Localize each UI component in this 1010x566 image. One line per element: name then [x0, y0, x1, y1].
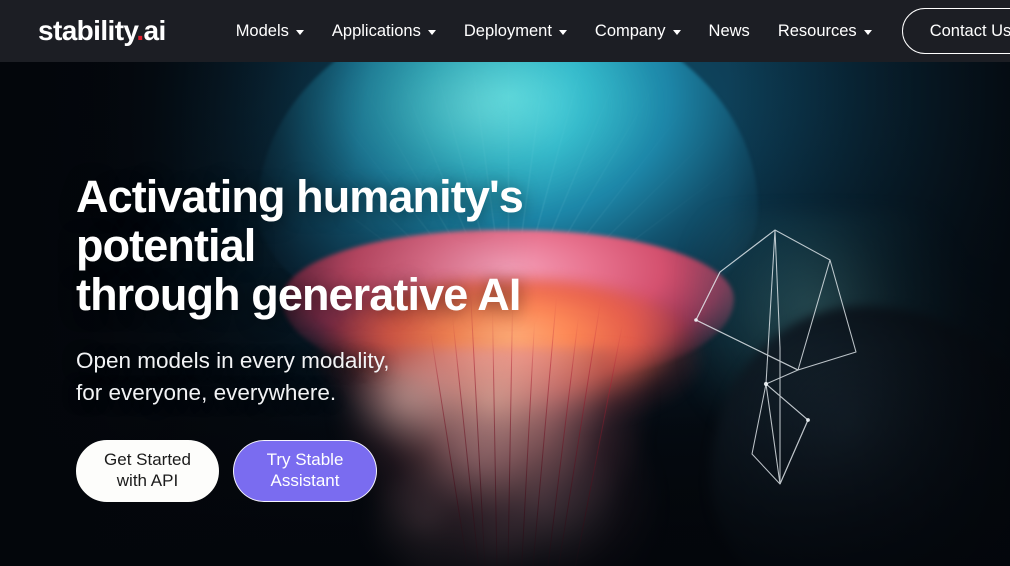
subhead-line-2: for everyone, everywhere. — [76, 379, 337, 405]
subhead-line-1: Open models in every modality, — [76, 348, 390, 374]
contact-us-button[interactable]: Contact Us — [901, 8, 1010, 54]
hero-content: Activating humanity's potential through … — [76, 172, 696, 503]
nav-label-deployment: Deployment — [463, 21, 552, 40]
logo-text: stability — [38, 15, 137, 46]
nav-item-models[interactable]: Models — [222, 0, 318, 62]
chevron-down-icon — [295, 29, 304, 35]
logo-suffix: ai — [143, 15, 167, 46]
nav-item-news[interactable]: News — [695, 0, 764, 62]
main-navigation: Models Applications Deployment Company N… — [222, 0, 1010, 62]
site-logo[interactable]: stability.ai — [38, 17, 166, 45]
headline-line-2: through generative AI — [76, 269, 521, 321]
page-root: Activating humanity's potential through … — [0, 0, 1010, 566]
page-title: Activating humanity's potential through … — [76, 172, 696, 319]
nav-item-resources[interactable]: Resources — [764, 0, 886, 62]
nav-label-applications: Applications — [331, 21, 421, 40]
chevron-down-icon — [427, 29, 436, 35]
hero-section: Activating humanity's potential through … — [0, 62, 1010, 566]
get-started-with-api-button[interactable]: Get Started with API — [76, 440, 219, 503]
chevron-down-icon — [672, 29, 681, 35]
nav-label-resources: Resources — [777, 21, 857, 40]
nav-item-deployment[interactable]: Deployment — [450, 0, 581, 62]
hero-cta-row: Get Started with API Try Stable Assistan… — [76, 440, 696, 503]
nav-label-models: Models — [235, 21, 289, 40]
nav-item-applications[interactable]: Applications — [318, 0, 450, 62]
hero-subtitle: Open models in every modality, for every… — [76, 345, 696, 408]
nav-label-company: Company — [594, 21, 666, 40]
try-stable-assistant-button[interactable]: Try Stable Assistant — [233, 440, 377, 503]
logo-dot: . — [136, 15, 144, 46]
site-header: stability.ai Models Applications Deploym… — [0, 0, 1010, 62]
headline-line-1: Activating humanity's potential — [76, 171, 524, 272]
chevron-down-icon — [558, 29, 567, 35]
nav-item-company[interactable]: Company — [581, 0, 695, 62]
chevron-down-icon — [863, 29, 872, 35]
nav-label-news: News — [708, 21, 750, 40]
